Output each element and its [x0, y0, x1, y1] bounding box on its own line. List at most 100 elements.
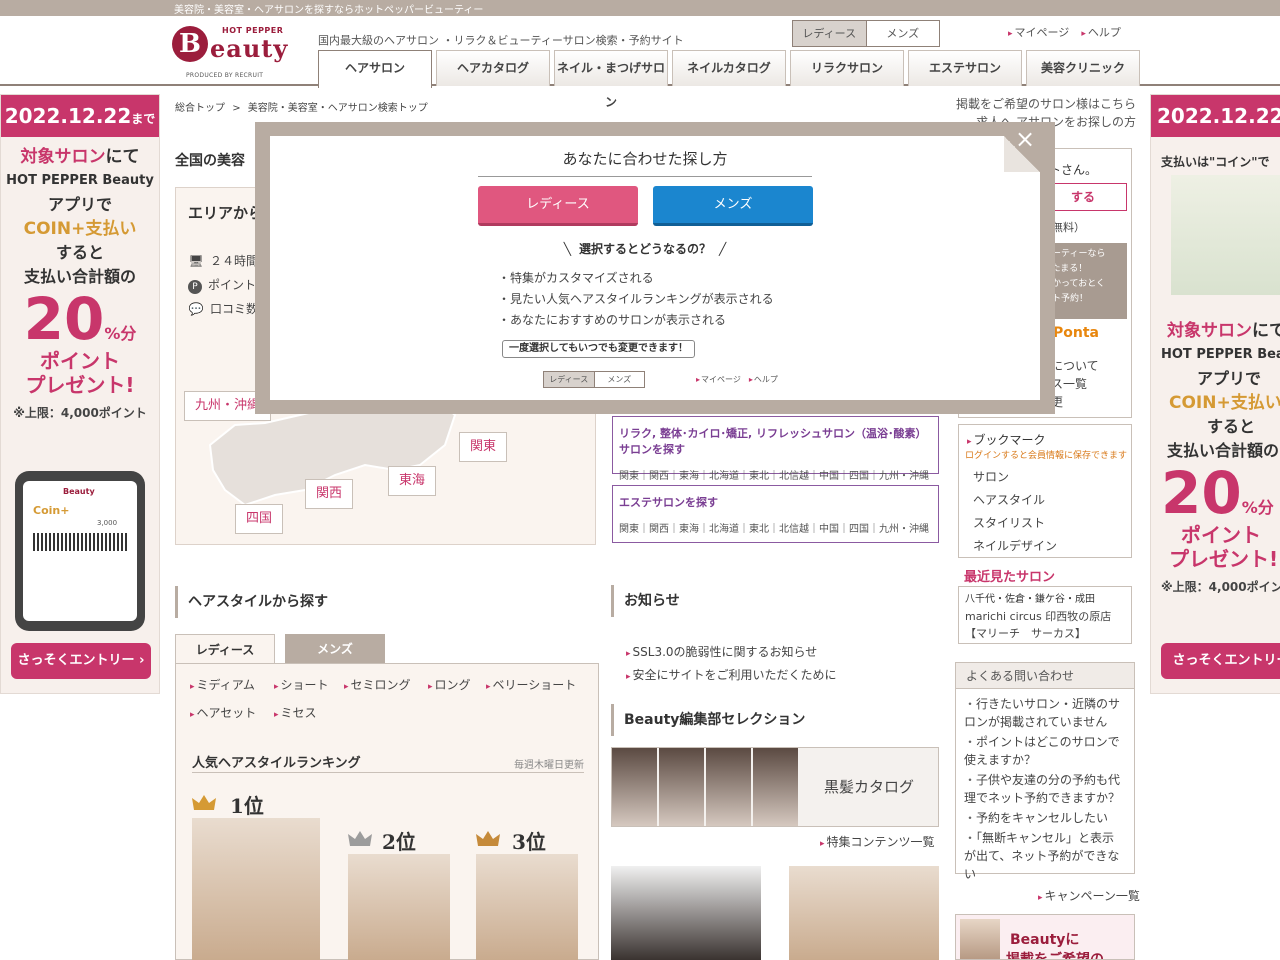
relax-salon-search-box: リラク, 整体･カイロ･矯正, リフレッシュサロン（温浴･酸素）サロンを探す 関… [612, 416, 939, 482]
salon-listing-banner[interactable]: Beautyに 掲載をご希望の [955, 914, 1135, 960]
close-icon[interactable]: × [1010, 124, 1040, 154]
relax-salon-area-links[interactable]: 関東｜関西｜東海｜北海道｜東北｜北信越｜中国｜四国｜九州・沖縄 [619, 467, 932, 482]
modal-title-divider [478, 176, 812, 177]
banner-text1: Beautyに [1010, 932, 1080, 948]
length-semi-long[interactable]: セミロング [344, 676, 411, 693]
hairstyle-tab-mens[interactable]: メンズ [285, 634, 385, 664]
ad-note: ※上限：4,000ポイント [13, 406, 147, 420]
bookmark-nail-design[interactable]: ネイルデザイン [959, 534, 1131, 557]
news-item[interactable]: SSL3.0の脆弱性に関するお知らせ [626, 643, 818, 660]
right-ad-entry-button[interactable]: さっそくエントリー [1161, 643, 1280, 679]
length-hair-set[interactable]: ヘアセット [190, 704, 257, 721]
news-item[interactable]: 安全にサイトをご利用いただくために [626, 666, 837, 683]
ad2-line9: プレゼント! [1169, 547, 1279, 571]
black-hair-catalog-banner[interactable]: 黒髪カタログ [611, 747, 939, 827]
tab-nail-catalog[interactable]: ネイルカタログ [672, 50, 786, 86]
rank-3-label: 3位 [512, 830, 546, 854]
list-link[interactable]: ス一覧 [1051, 375, 1099, 393]
relax-salon-search-title[interactable]: リラク, 整体･カイロ･矯正, リフレッシュサロン（温浴･酸素）サロンを探す [619, 425, 932, 457]
phone-balance: 3,000 [97, 519, 118, 527]
region-kanto[interactable]: 関東 [459, 432, 508, 462]
app-promo-line3: つかっておとく [1043, 279, 1106, 289]
help-link[interactable]: ヘルプ [1081, 24, 1121, 40]
member-links: について ス一覧 更 [1051, 357, 1099, 411]
salon-listing-link[interactable]: 掲載をご希望のサロン様はこちら [944, 95, 1136, 113]
rank-2-photo[interactable] [348, 854, 450, 960]
selection-section-title: Beauty編集部セレクション [611, 704, 805, 736]
barcode-icon [33, 533, 127, 551]
length-short[interactable]: ショート [274, 676, 329, 693]
ad2-percent: 20%分 [1151, 463, 1280, 523]
bookmark-hairstyle[interactable]: ヘアスタイル [959, 488, 1131, 511]
region-shikoku[interactable]: 四国 [235, 504, 284, 534]
silver-crown-icon [348, 831, 372, 846]
bookmark-note: ログインすると会員情報に保存できます [965, 451, 1128, 461]
ad-date-suffix: まで [131, 112, 156, 126]
ad2-date: 2022.12.22まで [1151, 95, 1280, 137]
feature-content-list-link[interactable]: 特集コンテンツ一覧 [820, 833, 935, 850]
phone-coin-label: Coin+ [33, 504, 70, 517]
left-campaign-ad[interactable]: 2022.12.22まで 対象サロンにて HOT PEPPER Beauty ア… [0, 94, 160, 694]
hot-pepper-beauty-logo[interactable]: B HOT PEPPER eauty PRODUCED BY RECRUIT [172, 24, 294, 84]
page-title: 全国の美容 [175, 153, 245, 169]
recent-salon-title: 最近見たサロン [964, 570, 1056, 585]
change-link[interactable]: 更 [1051, 393, 1099, 411]
faq-item[interactable]: 子供や友達の分の予約も代理でネット予約できますか？ [956, 769, 1134, 807]
modal-ladies-button[interactable]: レディース [478, 186, 638, 226]
length-mrs[interactable]: ミセス [274, 704, 317, 721]
mypage-link[interactable]: マイページ [1008, 24, 1070, 40]
length-medium[interactable]: ミディアム [190, 676, 255, 693]
ad-percent-suffix: %分 [104, 324, 137, 343]
hairstyle-tab-ladies[interactable]: レディース [175, 634, 275, 664]
selection-photo-2[interactable] [789, 866, 939, 960]
selection-photo-1[interactable] [611, 866, 761, 960]
hairstyle-panel: ミディアム ショート セミロング ロング ベリーショート ヘアセット ミセス 人… [175, 663, 599, 960]
tab-beauty-clinic[interactable]: 美容クリニック [1026, 50, 1140, 86]
left-ad-entry-button[interactable]: さっそくエントリー › [11, 643, 151, 679]
right-campaign-ad[interactable]: 2022.12.22まで 支払いは"コイン"で 対象サロンにて HOT PEPP… [1150, 94, 1280, 694]
tab-hair-catalog[interactable]: ヘアカタログ [436, 50, 550, 86]
recent-salon-kana[interactable]: 【マリーチ サーカス】 [965, 625, 1125, 642]
length-very-short[interactable]: ベリーショート [486, 676, 577, 693]
faq-item[interactable]: 「無断キャンセル」と表示が出て、ネット予約ができない [956, 827, 1134, 883]
hairstyle-section-title: ヘアスタイルから探す [175, 586, 328, 618]
ad-line5: すると [55, 243, 104, 262]
ad2-line6: すると [1207, 417, 1256, 436]
ad2-line2b: にて [1252, 321, 1280, 341]
breadcrumb-top[interactable]: 総合トップ [175, 103, 225, 114]
modal-mens-button[interactable]: メンズ [653, 186, 813, 226]
rank-1-photo[interactable] [192, 818, 320, 960]
header: B HOT PEPPER eauty PRODUCED BY RECRUIT 国… [0, 16, 1280, 109]
campaign-list-link[interactable]: キャンペーン一覧 [1038, 887, 1140, 904]
tab-nail-eyelash-salon[interactable]: ネイル・まつげサロン [554, 50, 668, 109]
modal-mini-gender-switch: レディース メンズ [543, 371, 645, 388]
recent-salon-name[interactable]: marichi circus 印西牧の原店 [965, 608, 1125, 625]
faq-item[interactable]: 行きたいサロン・近隣のサロンが掲載されていません [956, 689, 1134, 731]
about-link[interactable]: について [1051, 357, 1099, 375]
bookmark-stylist[interactable]: スタイリスト [959, 511, 1131, 534]
recent-salon-box[interactable]: 八千代・佐倉・鎌ケ谷・成田 marichi circus 印西牧の原店 【マリー… [958, 586, 1132, 644]
bookmark-salon[interactable]: サロン [959, 465, 1131, 488]
esthetic-salon-area-links[interactable]: 関東｜関西｜東海｜北海道｜東北｜北信越｜中国｜四国｜九州・沖縄 [619, 520, 932, 535]
tab-esthetic-salon[interactable]: エステサロン [908, 50, 1022, 86]
ad-line1a: 対象サロン [20, 147, 106, 167]
header-links: マイページ ヘルプ [1008, 24, 1121, 40]
tab-relax-salon[interactable]: リラクサロン [790, 50, 904, 86]
region-kansai[interactable]: 関西 [305, 479, 354, 509]
ad2-line3: HOT PEPPER Beauty [1161, 347, 1280, 362]
phone-brand: Beauty [63, 487, 95, 496]
gender-mens-button[interactable]: メンズ [867, 21, 940, 46]
modal-benefit: ・あなたにおすすめのサロンが表示される [498, 313, 727, 327]
catalog-thumbnails [612, 748, 798, 826]
rank-3-photo[interactable] [476, 854, 578, 960]
faq-item[interactable]: ポイントはどこのサロンで使えますか？ [956, 731, 1134, 769]
esthetic-salon-search-title[interactable]: エステサロンを探す [619, 494, 932, 510]
length-long[interactable]: ロング [428, 676, 471, 693]
breadcrumb-current: 美容院・美容室・ヘアサロン検索トップ [247, 103, 428, 114]
site-tagline: 国内最大級のヘアサロン ・リラク＆ビューティーサロン検索・予約サイト [318, 34, 684, 47]
region-tokai[interactable]: 東海 [388, 466, 437, 496]
gender-ladies-button[interactable]: レディース [793, 21, 867, 46]
ad-line4: COIN+支払い [23, 219, 137, 239]
faq-item[interactable]: 予約をキャンセルしたい [956, 807, 1134, 827]
tab-hair-salon[interactable]: ヘアサロン [318, 50, 432, 88]
